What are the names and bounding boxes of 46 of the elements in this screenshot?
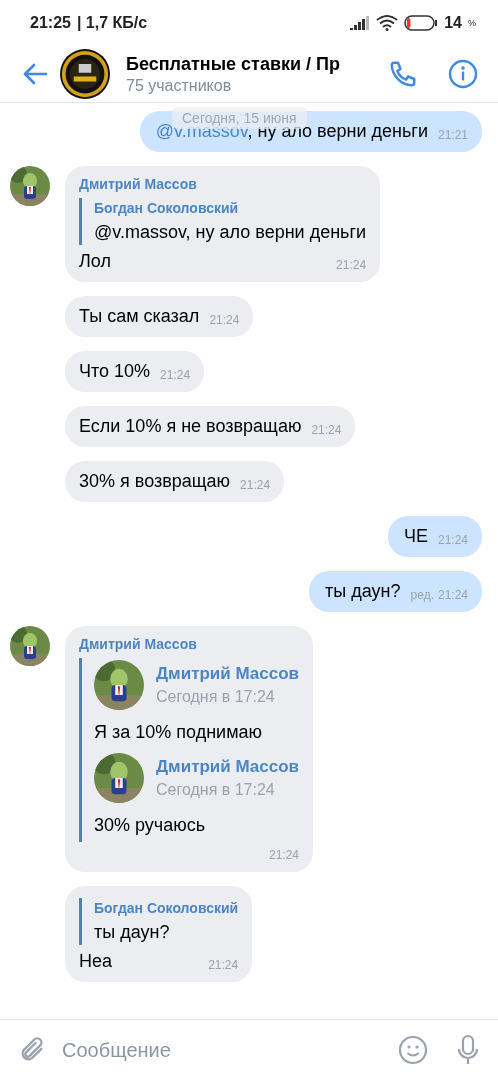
sender-name: Дмитрий Массов [79,176,198,192]
message-time: 21:24 [336,258,367,272]
message-text: ты даун? [325,581,401,602]
message-text: Если 10% я не возвращаю [79,416,302,437]
signal-icon [350,16,371,30]
message-time: 21:24 [269,848,300,862]
sender-name: Дмитрий Массов [79,636,198,652]
message-text: Лол [79,251,111,272]
message-time: 21:24 [437,533,468,547]
microphone-icon[interactable] [456,1034,480,1066]
message-time: 21:24 [208,958,239,972]
emoji-icon[interactable] [398,1035,428,1065]
message-field[interactable]: Сообщение [60,1037,384,1063]
message-text: Что 10% [79,361,151,382]
percent-sign: % [468,18,476,28]
message-time: 21:24 [240,478,271,492]
clock: 21:25 [30,14,71,32]
message-text: 30% я возвращаю [79,471,231,492]
message-time: 21:24 [437,588,468,602]
network-speed: | 1,7 КБ/с [76,14,148,31]
message-time: 21:24 [311,423,342,437]
phone-icon[interactable] [388,59,418,89]
forwarded-text: Я за 10% поднимаю [94,722,264,743]
message-text: ЧЕ [403,526,428,547]
battery-percent: 14 [444,14,462,32]
message-time: 21:24 [209,313,240,327]
edited-label: ред. [410,588,434,602]
forwarded-time: Сегодня в 17:24 [156,688,276,706]
message-time: 21:21 [437,128,468,142]
message-time: 21:24 [160,368,191,382]
reply-text: @v.massov, ну ало верни деньги [94,222,367,243]
wifi-icon [376,15,399,31]
battery-icon [404,15,439,31]
chat-title: Бесплатные ставки / Пр [126,53,342,75]
message-text: Неа [79,951,113,972]
info-icon[interactable] [448,59,478,89]
forwarded-author: Дмитрий Массов [156,757,300,777]
reply-text: ты даун? [94,922,171,943]
forwarded-time: Сегодня в 17:24 [156,781,276,799]
participants-count: 75 участников [126,76,233,95]
reply-author: Богдан Соколовский [94,900,239,916]
back-button[interactable] [22,63,48,85]
message-text: Ты сам сказал [79,306,200,327]
reply-author: Богдан Соколовский [94,200,240,216]
forwarded-text: 30% ручаюсь [94,815,207,836]
forwarded-author: Дмитрий Массов [156,664,300,684]
